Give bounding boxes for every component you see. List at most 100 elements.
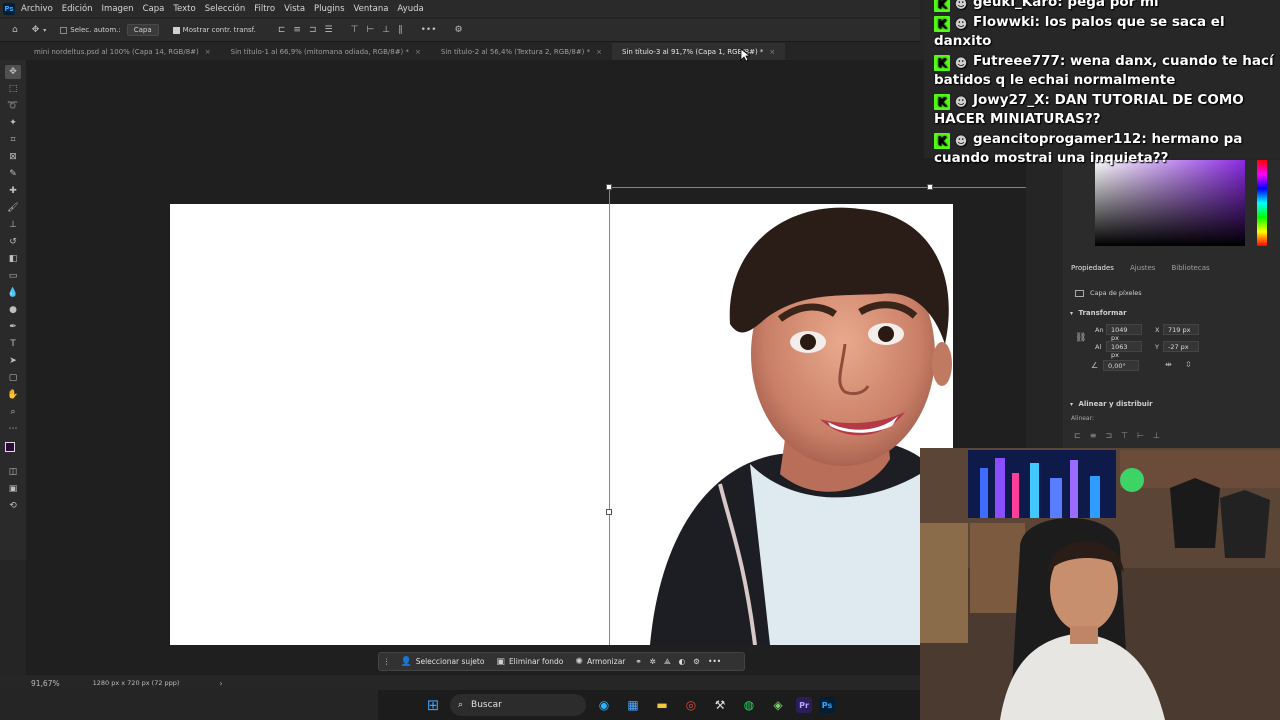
auto-select-checkbox[interactable]: Selec. autom.: bbox=[60, 26, 121, 34]
pen-tool-icon[interactable]: ✒ bbox=[5, 320, 21, 334]
adjustment-icon[interactable]: ◐ bbox=[675, 657, 690, 666]
flip-vertical-icon[interactable]: ⇳ bbox=[1185, 360, 1192, 369]
remove-background-button[interactable]: ▣ Eliminar fondo bbox=[490, 657, 569, 667]
harmonize-button[interactable]: ✺ Armonizar bbox=[569, 657, 631, 667]
type-tool-icon[interactable]: T bbox=[5, 337, 21, 351]
marquee-tool-icon[interactable]: ⬚ bbox=[5, 82, 21, 96]
transform-section[interactable]: ▾ Transformar bbox=[1070, 309, 1127, 317]
align-left-edges-icon[interactable]: ⊏ bbox=[1074, 431, 1090, 440]
close-icon[interactable]: × bbox=[596, 48, 602, 56]
more-tools-icon[interactable]: ⋯ bbox=[5, 422, 21, 436]
lasso-tool-icon[interactable]: ➰ bbox=[5, 99, 21, 113]
premiere-icon[interactable]: Pr bbox=[796, 697, 812, 713]
zoom-tool-icon[interactable]: ⌕ bbox=[5, 405, 21, 419]
close-icon[interactable]: × bbox=[415, 48, 421, 56]
screen-mode-icon[interactable]: ▣ bbox=[5, 482, 21, 496]
edit-toolbar-icon[interactable]: ⟲ bbox=[5, 499, 21, 513]
taskbar-search[interactable]: ⌕ Buscar bbox=[450, 694, 586, 716]
tab-properties[interactable]: Propiedades bbox=[1063, 264, 1122, 278]
zoom-level[interactable]: 91,67% bbox=[31, 679, 60, 688]
tab-sin-titulo-1[interactable]: Sin título-1 al 66,9% (mitomana odiada, … bbox=[221, 43, 431, 60]
gear-icon[interactable]: ⚙ bbox=[455, 23, 463, 37]
align-right-icon[interactable]: ⊐ bbox=[309, 23, 317, 37]
align-top-icon[interactable]: ⊤ bbox=[351, 23, 359, 37]
menu-archivo[interactable]: Archivo bbox=[21, 4, 53, 14]
align-buttons-row[interactable]: ⊏≡⊐⊤⊢⊥ bbox=[1074, 431, 1169, 440]
height-field[interactable]: 1063 px bbox=[1106, 341, 1142, 359]
file-explorer-icon[interactable]: ▬ bbox=[651, 694, 673, 716]
transform-icon[interactable]: ⟁ bbox=[660, 657, 675, 667]
edge-icon[interactable]: ◉ bbox=[593, 694, 615, 716]
menu-capa[interactable]: Capa bbox=[143, 4, 165, 14]
tab-sin-titulo-3[interactable]: Sin título-3 al 91,7% (Capa 1, RGB/8#) *… bbox=[612, 43, 786, 60]
move-tool-preset-icon[interactable]: ✥ bbox=[32, 23, 40, 37]
menu-texto[interactable]: Texto bbox=[173, 4, 195, 14]
mask-icon[interactable]: ⚭ bbox=[631, 657, 645, 666]
tab-libraries[interactable]: Bibliotecas bbox=[1163, 264, 1217, 278]
align-right-edges-icon[interactable]: ⊐ bbox=[1105, 431, 1121, 440]
align-bottom-edges-icon[interactable]: ⊥ bbox=[1153, 431, 1169, 440]
width-field[interactable]: 1049 px bbox=[1106, 324, 1142, 342]
flip-horizontal-icon[interactable]: ⇹ bbox=[1165, 360, 1172, 369]
show-transform-checkbox[interactable]: Mostrar contr. transf. bbox=[172, 26, 256, 34]
transform-handle-mid-left[interactable] bbox=[606, 509, 612, 515]
y-field[interactable]: -27 px bbox=[1163, 341, 1199, 352]
healing-brush-tool-icon[interactable]: ✚ bbox=[5, 184, 21, 198]
transform-handle-top-mid[interactable] bbox=[927, 184, 933, 190]
windows-start-icon[interactable]: ⊞ bbox=[422, 694, 444, 716]
tab-sin-titulo-2[interactable]: Sin título-2 al 56,4% (Textura 2, RGB/8#… bbox=[431, 43, 612, 60]
align-left-icon[interactable]: ⊏ bbox=[278, 23, 286, 37]
align-bottom-icon[interactable]: ⊥ bbox=[382, 23, 390, 37]
align-center-icon[interactable]: ≡ bbox=[293, 23, 301, 37]
hue-slider[interactable] bbox=[1257, 160, 1267, 246]
menu-filtro[interactable]: Filtro bbox=[254, 4, 275, 14]
menu-seleccion[interactable]: Selección bbox=[205, 4, 246, 14]
tab-adjustments[interactable]: Ajustes bbox=[1122, 264, 1164, 278]
align-vertical-centers-icon[interactable]: ⊢ bbox=[1137, 431, 1153, 440]
align-distribute-section[interactable]: ▾ Alinear y distribuir bbox=[1070, 400, 1153, 408]
transform-handle-top-left[interactable] bbox=[606, 184, 612, 190]
align-horizontal-centers-icon[interactable]: ≡ bbox=[1090, 431, 1106, 440]
chrome-icon[interactable]: ◎ bbox=[680, 694, 702, 716]
more-icon[interactable]: ••• bbox=[704, 657, 725, 666]
history-brush-tool-icon[interactable]: ↺ bbox=[5, 235, 21, 249]
crop-tool-icon[interactable]: ⌗ bbox=[5, 133, 21, 147]
chevron-right-icon[interactable]: › bbox=[219, 679, 222, 688]
close-icon[interactable]: × bbox=[769, 48, 775, 56]
link-icon[interactable]: ⛓ bbox=[1075, 333, 1086, 343]
magic-wand-tool-icon[interactable]: ✦ bbox=[5, 116, 21, 130]
select-subject-button[interactable]: 👤 Seleccionar sujeto bbox=[395, 657, 491, 667]
photoshop-taskbar-icon[interactable]: Ps bbox=[819, 697, 835, 713]
color-picker-field[interactable] bbox=[1095, 160, 1245, 246]
path-selection-tool-icon[interactable]: ➤ bbox=[5, 354, 21, 368]
frame-tool-icon[interactable]: ⊠ bbox=[5, 150, 21, 164]
spotify-icon[interactable]: ◍ bbox=[738, 694, 760, 716]
more-options-icon[interactable]: ••• bbox=[421, 23, 437, 37]
distribute-icon[interactable]: ∥ bbox=[398, 23, 403, 37]
chevron-down-icon[interactable]: ▾ bbox=[43, 23, 46, 37]
x-field[interactable]: 719 px bbox=[1163, 324, 1199, 335]
angle-field[interactable]: 0,00° bbox=[1103, 360, 1139, 371]
dodge-tool-icon[interactable]: ● bbox=[5, 303, 21, 317]
app-icon[interactable]: ◈ bbox=[767, 694, 789, 716]
eraser-tool-icon[interactable]: ◧ bbox=[5, 252, 21, 266]
move-tool-icon[interactable]: ✥ bbox=[5, 64, 21, 79]
stamp-tool-icon[interactable]: ⊥ bbox=[5, 218, 21, 232]
align-top-edges-icon[interactable]: ⊤ bbox=[1121, 431, 1137, 440]
close-icon[interactable]: × bbox=[205, 48, 211, 56]
align-justify-icon[interactable]: ☰ bbox=[324, 23, 332, 37]
home-icon[interactable]: ⌂ bbox=[12, 23, 18, 37]
menu-imagen[interactable]: Imagen bbox=[102, 4, 134, 14]
menu-edicion[interactable]: Edición bbox=[62, 4, 93, 14]
store-icon[interactable]: ▦ bbox=[622, 694, 644, 716]
hand-tool-icon[interactable]: ✋ bbox=[5, 388, 21, 402]
brush-tool-icon[interactable]: 🖌 bbox=[5, 201, 21, 215]
layer-style-icon[interactable]: ⚙ bbox=[689, 657, 704, 666]
tab-mini-nordeltus[interactable]: mini nordeltus.psd al 100% (Capa 14, RGB… bbox=[24, 43, 221, 60]
drag-handle-icon[interactable]: ⋮ bbox=[379, 657, 395, 666]
tool-app-icon[interactable]: ⚒ bbox=[709, 694, 731, 716]
menu-vista[interactable]: Vista bbox=[284, 4, 305, 14]
menu-ayuda[interactable]: Ayuda bbox=[397, 4, 423, 14]
quick-mask-icon[interactable]: ◫ bbox=[5, 465, 21, 479]
settings-icon[interactable]: ✲ bbox=[646, 657, 660, 666]
